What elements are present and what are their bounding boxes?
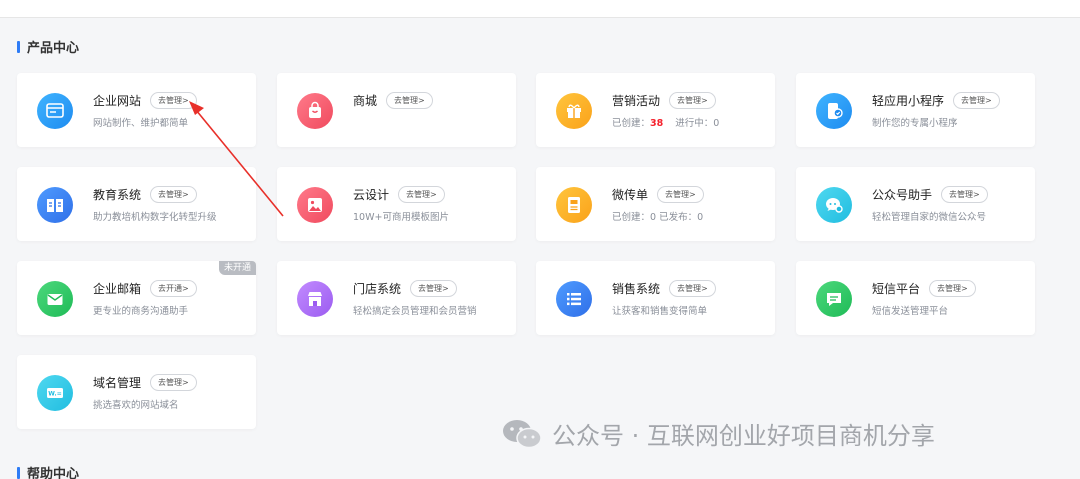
card-mini-program[interactable]: 轻应用小程序 去管理> 制作您的专属小程序 (796, 73, 1035, 147)
card-description: 制作您的专属小程序 (872, 118, 958, 129)
manage-button[interactable]: 去管理> (953, 92, 1000, 109)
manage-button[interactable]: 去管理> (386, 92, 433, 109)
not-activated-badge: 未开通 (218, 261, 256, 275)
card-title: 企业邮箱 (93, 282, 142, 296)
card-title: 公众号助手 (872, 188, 933, 202)
card-description: 轻松管理自家的微信公众号 (872, 212, 987, 223)
svg-text:W.=: W.= (48, 391, 61, 398)
created-label: 已创建： (612, 118, 651, 129)
card-sales-system[interactable]: 销售系统 去管理> 让获客和销售变得简单 (536, 261, 775, 335)
card-store-system[interactable]: 门店系统 去管理> 轻松搞定会员管理和会员营销 (277, 261, 516, 335)
manage-button[interactable]: 去管理> (669, 280, 716, 297)
card-description: 已创建：38 进行中：0 (612, 117, 719, 131)
card-description: 网站制作、维护都简单 (93, 118, 189, 129)
card-marketing[interactable]: 营销活动 去管理> 已创建：38 进行中：0 (536, 73, 775, 147)
card-title: 销售系统 (612, 282, 661, 296)
manage-button[interactable]: 去管理> (150, 374, 197, 391)
card-title: 教育系统 (93, 188, 142, 202)
card-enterprise-mail[interactable]: 未开通 企业邮箱 去开通> 更专业的商务沟通助手 (17, 261, 256, 335)
manage-button[interactable]: 去管理> (941, 186, 988, 203)
card-title: 云设计 (353, 188, 390, 202)
wechat-icon (503, 419, 542, 448)
card-title: 商城 (353, 94, 378, 108)
manage-button[interactable]: 去管理> (669, 92, 716, 109)
created-count: 38 (650, 118, 664, 129)
card-shop[interactable]: 商城 去管理> (277, 73, 516, 147)
section-title-text: 产品中心 (27, 41, 80, 56)
card-title: 短信平台 (872, 282, 921, 296)
card-sms-platform[interactable]: 短信平台 去管理> 短信发送管理平台 (796, 261, 1035, 335)
shop-bag-icon (297, 93, 333, 129)
card-description: 短信发送管理平台 (872, 306, 949, 317)
domain-www-icon: W.= (37, 375, 73, 411)
card-micro-flyer[interactable]: 微传单 去管理> 已创建：0 已发布：0 (536, 167, 775, 241)
chat-bubble-gear-icon (816, 187, 852, 223)
card-description: 更专业的商务沟通助手 (93, 306, 189, 317)
flyer-icon (556, 187, 592, 223)
card-title: 门店系统 (353, 282, 402, 296)
manage-button[interactable]: 去管理> (657, 186, 704, 203)
card-description: 助力教培机构数字化转型升级 (93, 212, 217, 223)
card-description: 让获客和销售变得简单 (612, 306, 708, 317)
website-icon (37, 93, 73, 129)
image-icon (297, 187, 333, 223)
activate-button[interactable]: 去开通> (150, 280, 197, 297)
card-official-account[interactable]: 公众号助手 去管理> 轻松管理自家的微信公众号 (796, 167, 1035, 241)
card-education[interactable]: 教育系统 去管理> 助力教培机构数字化转型升级 (17, 167, 256, 241)
manage-button[interactable]: 去管理> (150, 186, 197, 203)
card-title: 域名管理 (93, 376, 142, 390)
card-cloud-design[interactable]: 云设计 去管理> 10W+可商用模板图片 (277, 167, 516, 241)
section-title-product-center: 产品中心 (17, 37, 79, 56)
section-title-help-center: 帮助中心 (17, 463, 79, 479)
mini-program-icon (816, 93, 852, 129)
section-accent-bar (17, 466, 20, 479)
card-title: 微传单 (612, 188, 649, 202)
card-title: 轻应用小程序 (872, 94, 945, 108)
book-icon (37, 187, 73, 223)
card-description: 10W+可商用模板图片 (353, 212, 449, 223)
manage-button[interactable]: 去管理> (150, 92, 197, 109)
card-title: 企业网站 (93, 94, 142, 108)
in-progress-label: 进行中：0 (675, 118, 720, 129)
card-description: 已创建：0 已发布：0 (612, 212, 704, 223)
watermark-text: 公众号 · 互联网创业好项目商机分享 (552, 422, 935, 450)
top-bar (0, 0, 1080, 18)
card-enterprise-website[interactable]: 企业网站 去管理> 网站制作、维护都简单 (17, 73, 256, 147)
watermark: 公众号 · 互联网创业好项目商机分享 (500, 416, 935, 451)
store-icon (297, 281, 333, 317)
manage-button[interactable]: 去管理> (929, 280, 976, 297)
card-title: 营销活动 (612, 94, 661, 108)
section-accent-bar (17, 40, 20, 53)
message-icon (816, 281, 852, 317)
section-title-text: 帮助中心 (27, 467, 80, 479)
manage-button[interactable]: 去管理> (398, 186, 445, 203)
card-domain-management[interactable]: W.= 域名管理 去管理> 挑选喜欢的网站域名 (17, 355, 256, 429)
manage-button[interactable]: 去管理> (410, 280, 457, 297)
list-icon (556, 281, 592, 317)
card-description: 挑选喜欢的网站域名 (93, 400, 179, 411)
gift-icon (556, 93, 592, 129)
card-description: 轻松搞定会员管理和会员营销 (353, 306, 477, 317)
mail-icon (37, 281, 73, 317)
